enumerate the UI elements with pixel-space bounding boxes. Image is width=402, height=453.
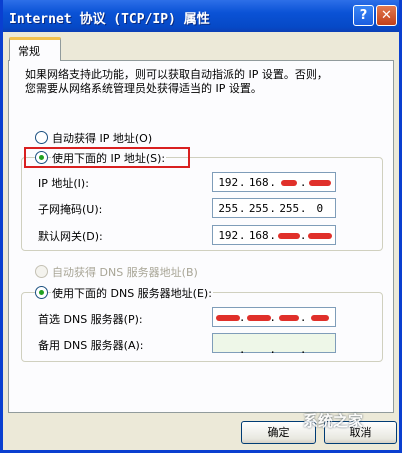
preferred-dns-field[interactable]: . . . — [212, 307, 336, 327]
dns1-seg-4 — [305, 311, 336, 324]
subnet-mask-field[interactable]: 255. 255. 255. 0 — [212, 198, 336, 218]
auto-dns-label: 自动获得 DNS 服务器地址(B) — [52, 266, 198, 279]
ip-address-label: IP 地址(I): — [38, 177, 89, 190]
help-icon: ? — [359, 8, 368, 23]
dns1-seg-3: . — [274, 311, 307, 324]
mask-seg-2: 255. — [248, 201, 276, 215]
mask-seg-4: 0 — [316, 201, 324, 215]
ip-seg-1: 192. — [218, 175, 246, 189]
ip-seg-4 — [305, 176, 336, 189]
redaction-mark — [279, 314, 300, 321]
gw-seg-2: 168. — [248, 228, 276, 242]
window-title: Internet 协议 (TCP/IP) 属性 — [9, 12, 210, 27]
dns1-seg-2: . — [244, 311, 276, 324]
ip-seg-3: . — [274, 176, 307, 189]
close-icon: ✕ — [381, 8, 392, 23]
redaction-mark — [216, 314, 241, 321]
dns1-seg-1: . — [213, 311, 246, 324]
auto-ip-label: 自动获得 IP 地址(O) — [52, 132, 153, 145]
alternate-dns-field[interactable]: . . . — [212, 333, 336, 356]
tab-general[interactable]: 常规 — [9, 37, 61, 61]
manual-ip-radio[interactable] — [35, 151, 48, 164]
manual-dns-label: 使用下面的 DNS 服务器地址(E): — [51, 285, 213, 301]
mask-seg-1: 255. — [218, 201, 246, 215]
redaction-mark — [310, 314, 329, 321]
title-bar[interactable]: Internet 协议 (TCP/IP) 属性 ? ✕ — [3, 0, 399, 32]
gw-seg-4 — [305, 229, 336, 242]
ip-address-field[interactable]: 192. 168. . — [212, 172, 336, 192]
gw-seg-1: 192. — [218, 228, 246, 242]
close-button[interactable]: ✕ — [376, 5, 397, 26]
redaction-mark — [308, 179, 331, 186]
redaction-mark — [278, 232, 301, 239]
subnet-mask-label: 子网掩码(U): — [38, 203, 103, 216]
gateway-field[interactable]: 192. 168. . — [212, 225, 336, 245]
help-button[interactable]: ? — [353, 5, 374, 26]
tcpip-properties-dialog: Internet 协议 (TCP/IP) 属性 ? ✕ 常规 如果网络支持此功能… — [0, 0, 402, 453]
redaction-mark — [246, 314, 271, 321]
preferred-dns-label: 首选 DNS 服务器(P): — [38, 313, 143, 326]
mask-seg-3: 255. — [279, 201, 307, 215]
alternate-dns-label: 备用 DNS 服务器(A): — [38, 339, 144, 352]
gw-seg-3: . — [274, 229, 307, 242]
gateway-label: 默认网关(D): — [38, 230, 103, 243]
tab-general-label: 常规 — [18, 45, 40, 58]
auto-ip-radio[interactable] — [35, 131, 48, 144]
manual-ip-label: 使用下面的 IP 地址(S): — [51, 150, 167, 166]
ip-seg-2: 168. — [248, 175, 276, 189]
auto-dns-radio[interactable] — [35, 265, 48, 278]
redaction-mark — [307, 232, 332, 239]
watermark-logo: 系统之家 — [303, 412, 364, 430]
description-text: 如果网络支持此功能，则可以获取自动指派的 IP 设置。否则， 您需要从网络系统管… — [25, 68, 328, 95]
redaction-mark — [281, 179, 298, 186]
manual-dns-radio[interactable] — [35, 286, 48, 299]
